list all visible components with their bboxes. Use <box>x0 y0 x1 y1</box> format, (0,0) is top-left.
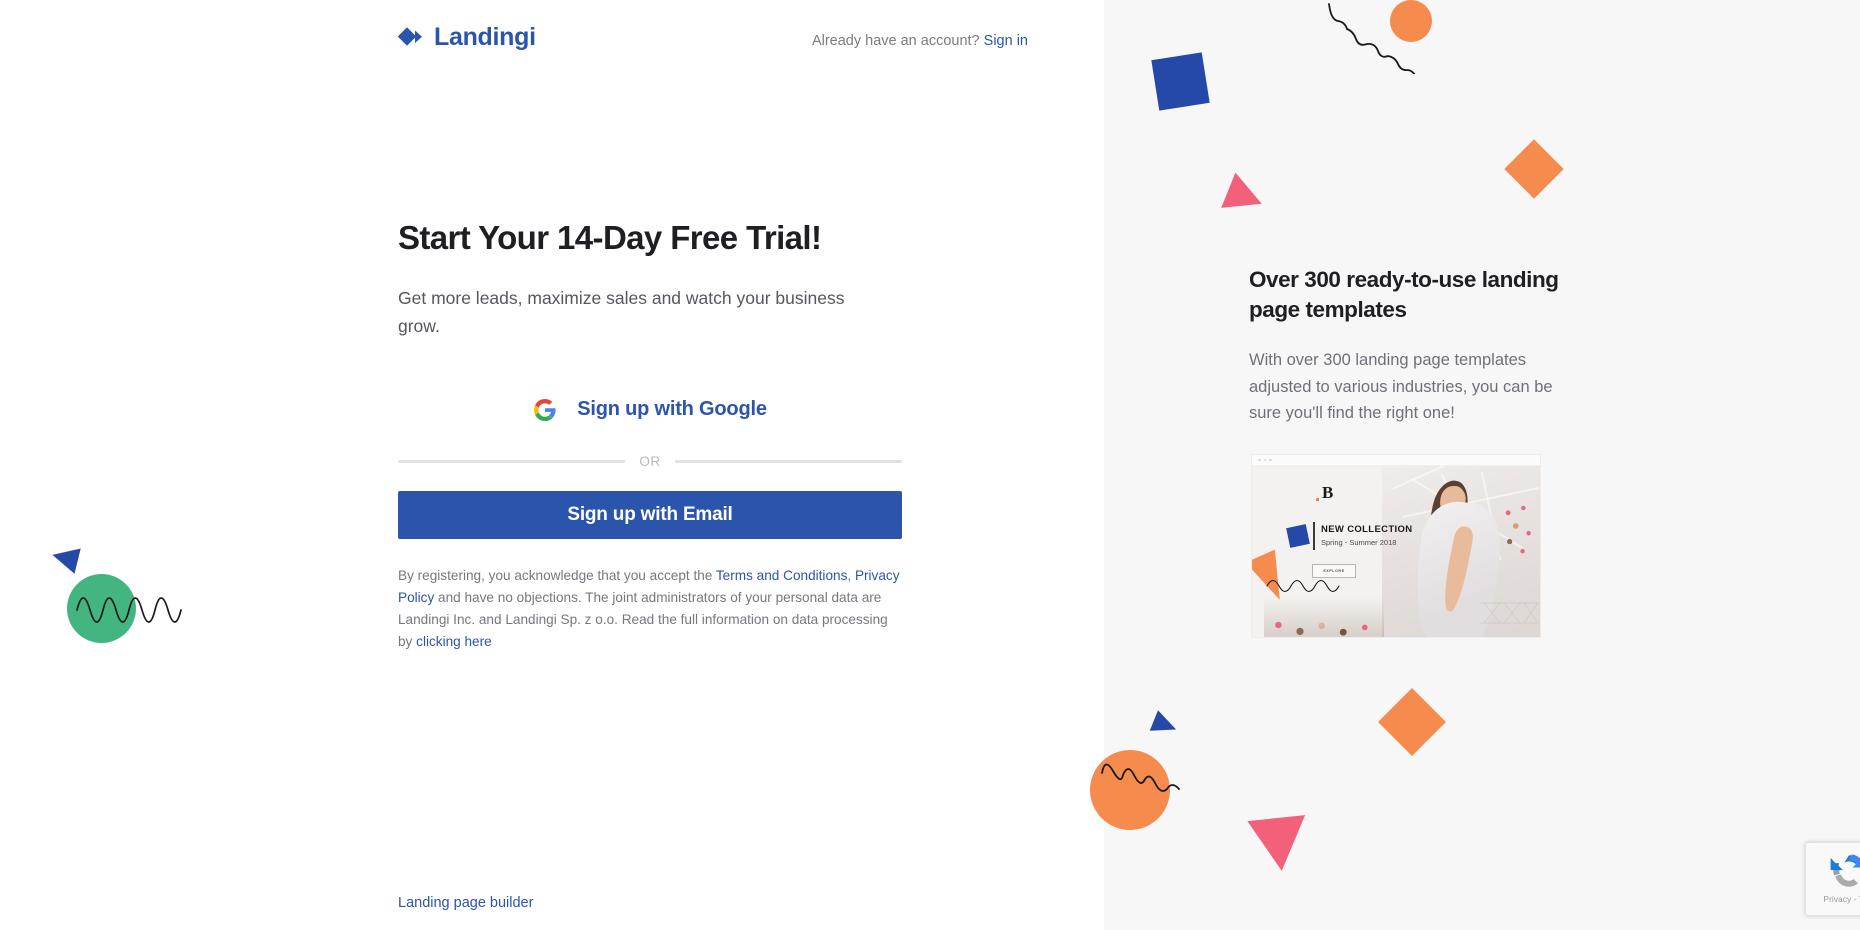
template-subline: Spring - Summer 2018 <box>1321 538 1397 547</box>
template-card-chrome <box>1252 455 1540 466</box>
landing-page-builder-link[interactable]: Landing page builder <box>398 895 533 911</box>
promo-title: Over 300 ready-to-use landing page templ… <box>1249 267 1559 322</box>
signup-page: Landingi Already have an account? Sign i… <box>0 0 1860 930</box>
landingi-diamond-icon <box>398 27 422 46</box>
google-icon <box>534 398 556 421</box>
recaptcha-label: Privacy - Term <box>1823 894 1860 904</box>
left-column: Landingi Already have an account? Sign i… <box>0 0 1104 930</box>
template-squiggle <box>1266 579 1340 593</box>
google-button-label: Sign up with Google <box>577 398 767 421</box>
or-divider: OR <box>398 454 902 469</box>
model-railing <box>1480 602 1540 624</box>
legal-disclaimer: By registering, you acknowledge that you… <box>398 565 902 653</box>
template-divider-bar <box>1313 522 1315 550</box>
signup-form-block: Start Your 14-Day Free Trial! Get more l… <box>398 218 902 653</box>
promo-description: With over 300 landing page templates adj… <box>1249 350 1553 423</box>
sign-in-link[interactable]: Sign in <box>984 33 1028 49</box>
chrome-dot <box>1263 458 1266 462</box>
account-prompt-text: Already have an account? <box>811 33 980 49</box>
promo-content: Over 300 ready-to-use landing page templ… <box>1249 265 1589 427</box>
divider-label: OR <box>639 453 661 469</box>
chrome-dot <box>1258 458 1261 462</box>
brand-logo-link[interactable]: Landingi <box>398 24 536 50</box>
page-subtitle: Get more leads, maximize sales and watch… <box>398 287 845 336</box>
template-card-body: B NEW COLLECTION Spring - Summer 2018 EX… <box>1252 466 1540 637</box>
sign-up-with-google-button[interactable]: Sign up with Google <box>398 388 902 432</box>
recaptcha-badge[interactable]: Privacy - Term <box>1805 842 1860 916</box>
recaptcha-icon <box>1830 854 1860 887</box>
squiggle-decoration-left <box>76 597 182 623</box>
clicking-here-link[interactable]: clicking here <box>416 634 492 649</box>
account-prompt: Already have an account? Sign in <box>812 33 1028 49</box>
terms-and-conditions-link[interactable]: Terms and Conditions <box>716 568 847 583</box>
template-headline: NEW COLLECTION <box>1321 524 1413 535</box>
template-brand-mark: B <box>1315 483 1333 502</box>
chrome-dot <box>1269 458 1272 462</box>
blue-triangle-decoration <box>49 542 81 574</box>
model-flowers <box>1499 502 1537 562</box>
sign-up-with-email-button[interactable]: Sign up with Email <box>398 490 902 539</box>
brand-name: Landingi <box>434 22 536 51</box>
template-model-photo <box>1382 466 1540 637</box>
green-circle-decoration <box>67 574 136 643</box>
divider-line-left <box>398 459 626 463</box>
divider-line-right <box>674 459 902 463</box>
template-foliage <box>1264 597 1384 637</box>
page-title: Start Your 14-Day Free Trial! <box>398 219 822 256</box>
legal-text-part1: By registering, you acknowledge that you… <box>398 567 716 583</box>
template-blue-square <box>1286 524 1310 548</box>
legal-text-part2: , <box>847 567 855 583</box>
template-preview-card[interactable]: B NEW COLLECTION Spring - Summer 2018 EX… <box>1252 455 1540 637</box>
page-header: Landingi Already have an account? Sign i… <box>398 24 1028 64</box>
